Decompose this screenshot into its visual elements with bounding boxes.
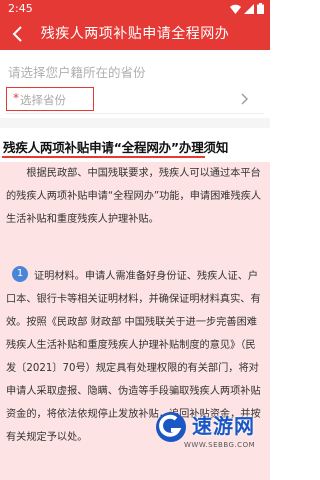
wifi-icon <box>230 4 241 14</box>
status-bar: 2:45 <box>0 0 270 18</box>
chevron-right-icon[interactable] <box>238 92 250 106</box>
section-divider <box>0 118 270 128</box>
province-select[interactable]: * 选择省份 <box>6 87 94 111</box>
watermark-name: 速游网 <box>192 414 255 438</box>
app-bar: 残疾人两项补贴申请全程网办 <box>0 18 270 50</box>
page-title: 残疾人两项补贴申请全程网办 <box>40 26 230 42</box>
province-placeholder: 选择省份 <box>20 93 66 107</box>
province-hint: 请选择您户籍所在的省份 <box>8 65 146 80</box>
province-select-row[interactable]: * 选择省份 <box>6 87 264 114</box>
watermark-logo-icon <box>156 412 186 442</box>
site-watermark: 速游网 WWW.SEBBG.COM <box>154 408 270 480</box>
battery-icon <box>257 3 264 14</box>
signal-icon <box>244 3 254 14</box>
watermark-url: WWW.SEBBG.COM <box>184 441 256 449</box>
required-mark: * <box>13 91 19 105</box>
status-time: 2:45 <box>8 2 33 15</box>
status-icons <box>230 3 264 14</box>
notice-title: 残疾人两项补贴申请“全程网办”办理须知 <box>3 140 229 155</box>
notice-title-underline <box>2 156 205 158</box>
notice-intro: 根据民政部、中国残联要求，残疾人可以通过本平台的残疾人两项补贴申请“全程网办”功… <box>6 168 262 225</box>
